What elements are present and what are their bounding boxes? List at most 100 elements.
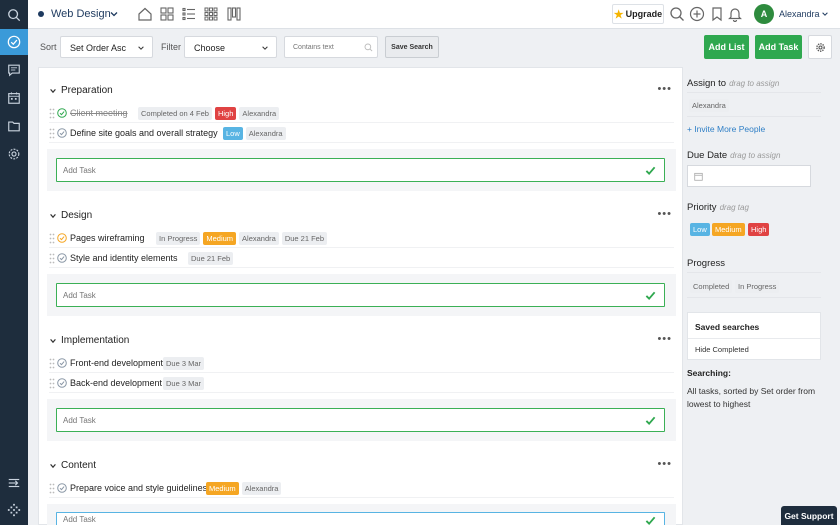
search-icon[interactable] xyxy=(669,6,685,22)
due-date-field[interactable] xyxy=(687,165,811,187)
save-search-button[interactable]: Save Search xyxy=(385,36,439,58)
progress-completed-tag[interactable]: Completed xyxy=(690,280,733,293)
list-title[interactable]: Implementation xyxy=(61,335,129,346)
drag-handle-icon[interactable] xyxy=(49,483,55,494)
assignee-tag[interactable]: Alexandra xyxy=(239,107,280,120)
progress-tag[interactable]: In Progress xyxy=(156,232,201,245)
drag-handle-icon[interactable] xyxy=(49,108,55,119)
check-circle-icon[interactable] xyxy=(57,253,67,263)
more-menu-icon[interactable]: ••• xyxy=(657,333,672,345)
check-circle-in-progress-icon[interactable] xyxy=(57,233,67,243)
task-row[interactable]: Client meeting Completed on 4 Feb High A… xyxy=(49,105,674,123)
priority-low-tag[interactable]: Low xyxy=(690,223,710,236)
filter-select[interactable]: Choose xyxy=(184,36,277,58)
due-tag[interactable]: Due 3 Mar xyxy=(163,357,205,370)
checkmark-icon[interactable] xyxy=(645,415,656,426)
task-name[interactable]: Style and identity elements xyxy=(70,253,178,263)
chevron-down-icon[interactable] xyxy=(49,337,57,345)
bell-icon[interactable] xyxy=(727,6,743,22)
drag-handle-icon[interactable] xyxy=(49,253,55,264)
check-circle-icon[interactable] xyxy=(57,358,67,368)
user-name[interactable]: Alexandra xyxy=(779,9,820,19)
rail-comments-button[interactable] xyxy=(0,57,28,83)
board-view-icon[interactable] xyxy=(159,6,175,22)
settings-button[interactable] xyxy=(808,35,832,59)
chevron-down-icon[interactable] xyxy=(49,212,57,220)
rail-settings-button[interactable] xyxy=(0,141,28,167)
saved-search-item[interactable]: Hide Completed xyxy=(695,345,749,354)
priority-medium-tag[interactable]: Medium xyxy=(712,223,745,236)
check-circle-done-icon[interactable] xyxy=(57,108,67,118)
priority-high-tag[interactable]: High xyxy=(748,223,770,236)
list-title[interactable]: Design xyxy=(61,210,92,221)
priority-tag[interactable]: Medium xyxy=(203,232,237,245)
sort-select[interactable]: Set Order Asc xyxy=(60,36,153,58)
chevron-down-icon[interactable] xyxy=(49,87,57,95)
rail-files-button[interactable] xyxy=(0,113,28,139)
add-circle-icon[interactable] xyxy=(689,6,705,22)
add-task-field[interactable] xyxy=(56,408,665,432)
search-field[interactable] xyxy=(284,36,378,58)
task-name[interactable]: Prepare voice and style guidelines xyxy=(70,483,207,493)
project-name[interactable]: Web Design xyxy=(51,8,111,20)
grid-view-icon[interactable] xyxy=(203,6,219,22)
task-row[interactable]: Prepare voice and style guidelines Mediu… xyxy=(49,480,674,498)
invite-people-link[interactable]: + Invite More People xyxy=(687,124,765,134)
add-task-input[interactable] xyxy=(57,284,617,306)
drag-handle-icon[interactable] xyxy=(49,233,55,244)
progress-in-progress-tag[interactable]: In Progress xyxy=(735,280,780,293)
add-task-field[interactable] xyxy=(56,283,665,307)
priority-tag[interactable]: Low xyxy=(223,127,243,140)
drag-handle-icon[interactable] xyxy=(49,358,55,369)
upgrade-button[interactable]: ★ Upgrade xyxy=(612,4,664,24)
rail-tasks-button[interactable] xyxy=(0,29,28,55)
assign-user-tag[interactable]: Alexandra xyxy=(689,99,729,112)
check-circle-icon[interactable] xyxy=(57,483,67,493)
add-task-button[interactable]: Add Task xyxy=(755,35,802,59)
assignee-tag[interactable]: Alexandra xyxy=(241,482,282,495)
rail-logo[interactable] xyxy=(0,497,28,523)
rail-calendar-button[interactable] xyxy=(0,85,28,111)
drag-handle-icon[interactable] xyxy=(49,378,55,389)
chevron-down-icon[interactable] xyxy=(821,10,829,18)
task-row[interactable]: Back-end development Due 3 Mar xyxy=(49,375,674,393)
due-tag[interactable]: Due 21 Feb xyxy=(188,252,234,265)
task-row[interactable]: Pages wireframing In Progress Medium Ale… xyxy=(49,230,674,248)
checkmark-icon[interactable] xyxy=(645,290,656,301)
check-circle-icon[interactable] xyxy=(57,378,67,388)
task-name[interactable]: Back-end development xyxy=(70,378,162,388)
search-input[interactable] xyxy=(285,37,359,57)
priority-tag[interactable]: High xyxy=(214,107,237,120)
get-support-button[interactable]: Get Support xyxy=(781,506,837,525)
assignee-tag[interactable]: Alexandra xyxy=(239,232,279,245)
due-tag[interactable]: Due 21 Feb xyxy=(281,232,328,245)
drag-handle-icon[interactable] xyxy=(49,128,55,139)
task-name[interactable]: Client meeting xyxy=(70,108,128,118)
add-list-button[interactable]: Add List xyxy=(704,35,749,59)
task-row[interactable]: Style and identity elements Due 21 Feb xyxy=(49,250,674,268)
chevron-down-icon[interactable] xyxy=(109,9,119,19)
add-task-input[interactable] xyxy=(57,159,617,181)
list-view-icon[interactable] xyxy=(181,6,197,22)
task-row[interactable]: Front-end development Due 3 Mar xyxy=(49,355,674,373)
home-icon[interactable] xyxy=(137,6,153,22)
chevron-down-icon[interactable] xyxy=(49,462,57,470)
bookmark-icon[interactable] xyxy=(709,6,725,22)
add-task-input[interactable] xyxy=(57,409,617,431)
rail-search-button[interactable] xyxy=(0,2,28,28)
task-name[interactable]: Front-end development xyxy=(70,358,163,368)
more-menu-icon[interactable]: ••• xyxy=(657,458,672,470)
rail-collapse-button[interactable] xyxy=(0,470,28,496)
checkmark-icon[interactable] xyxy=(645,165,656,176)
list-title[interactable]: Content xyxy=(61,460,96,471)
add-task-field[interactable] xyxy=(56,158,665,182)
columns-view-icon[interactable] xyxy=(226,6,242,22)
add-task-field[interactable] xyxy=(56,512,665,525)
more-menu-icon[interactable]: ••• xyxy=(657,208,672,220)
add-task-input[interactable] xyxy=(57,513,617,525)
task-name[interactable]: Pages wireframing xyxy=(70,233,145,243)
priority-tag[interactable]: Medium xyxy=(206,482,239,495)
list-title[interactable]: Preparation xyxy=(61,85,113,96)
check-circle-icon[interactable] xyxy=(57,128,67,138)
due-tag[interactable]: Due 3 Mar xyxy=(163,377,205,390)
